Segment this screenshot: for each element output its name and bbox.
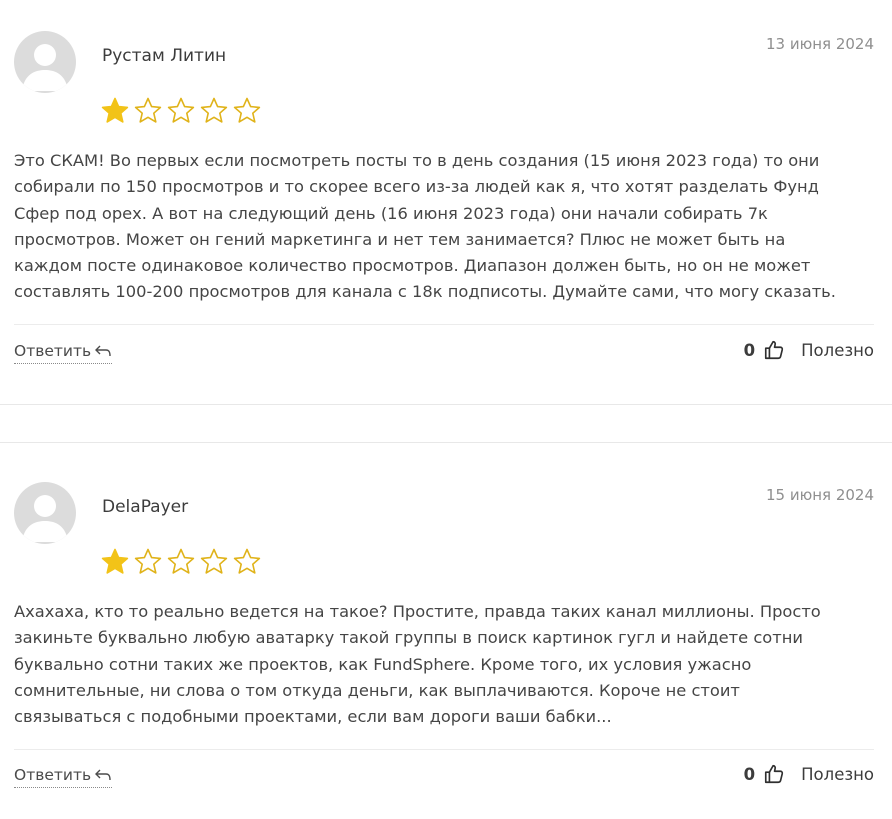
star-empty-icon bbox=[134, 97, 162, 123]
user-silhouette-icon bbox=[22, 495, 68, 542]
star-empty-icon bbox=[167, 548, 195, 574]
thumbs-up-icon[interactable] bbox=[763, 339, 785, 361]
helpful-label[interactable]: Полезно bbox=[801, 341, 874, 360]
review-date: 15 июня 2024 bbox=[765, 486, 874, 504]
reply-button[interactable]: Ответить bbox=[14, 342, 113, 364]
helpful-count: 0 bbox=[743, 764, 756, 784]
review-text-line: связываться с подобными проектами, если … bbox=[14, 707, 612, 727]
reply-label: Ответить bbox=[14, 342, 92, 360]
review-text: Это СКАМ! Во первых если посмотреть пост… bbox=[14, 148, 876, 306]
user-silhouette-icon bbox=[22, 44, 68, 91]
rating-stars bbox=[100, 96, 262, 126]
reply-arrow-icon bbox=[95, 345, 111, 357]
helpful-label[interactable]: Полезно bbox=[801, 765, 874, 784]
reply-button[interactable]: Ответить bbox=[14, 766, 113, 788]
star-empty-icon bbox=[200, 97, 228, 123]
review-text-line: буквально сотни таких же проектов, как F… bbox=[14, 654, 752, 674]
review-text-line: Это СКАМ! Во первых если посмотреть пост… bbox=[14, 151, 820, 170]
star-empty-icon bbox=[200, 548, 228, 574]
star-empty-icon bbox=[167, 97, 195, 123]
review-author: DelaPayer bbox=[102, 497, 189, 517]
review-text-line: Ахахаха, кто то реально ведется на такое… bbox=[14, 602, 821, 621]
star-empty-icon bbox=[134, 548, 162, 574]
review-text: Ахахаха, кто то реально ведется на такое… bbox=[14, 599, 876, 730]
star-empty-icon bbox=[233, 97, 261, 123]
avatar bbox=[14, 31, 76, 93]
review-divider bbox=[0, 404, 892, 405]
review-text-line: составлять 100-200 просмотров для канала… bbox=[14, 282, 836, 302]
review-text-line: просмотров. Может он гений маркетинга и … bbox=[14, 229, 786, 249]
star-filled-icon bbox=[101, 97, 129, 123]
rating-stars bbox=[100, 547, 262, 577]
review-text-line: собирали по 150 просмотров и то скорее в… bbox=[14, 177, 819, 197]
review-text-line: Сфер под орех. А вот на следующий день (… bbox=[14, 203, 768, 223]
review-date: 13 июня 2024 bbox=[765, 35, 874, 53]
review-text-line: сомнительные, ни слова о том откуда день… bbox=[14, 680, 740, 700]
reply-arrow-icon bbox=[95, 769, 111, 781]
review-text-line: закиньте буквально любую аватарку такой … bbox=[14, 628, 803, 648]
reply-label: Ответить bbox=[14, 766, 92, 784]
helpful-control: 0 Полезно bbox=[744, 339, 874, 361]
review-card: Рустам Литин 13 июня 2024 Это СКАМ! Во п… bbox=[0, 0, 892, 404]
star-filled-icon bbox=[101, 548, 129, 574]
review-text-line: каждом посте одинаковое количество просм… bbox=[14, 256, 811, 276]
helpful-control: 0 Полезно bbox=[744, 763, 874, 785]
thumbs-up-icon[interactable] bbox=[763, 763, 785, 785]
helpful-count: 0 bbox=[743, 340, 756, 360]
separator bbox=[14, 324, 874, 325]
avatar bbox=[14, 482, 76, 544]
star-empty-icon bbox=[233, 548, 261, 574]
review-card: DelaPayer 15 июня 2024 Ахахаха, кто то р… bbox=[0, 442, 892, 819]
separator bbox=[14, 749, 874, 750]
review-author: Рустам Литин bbox=[102, 46, 227, 66]
